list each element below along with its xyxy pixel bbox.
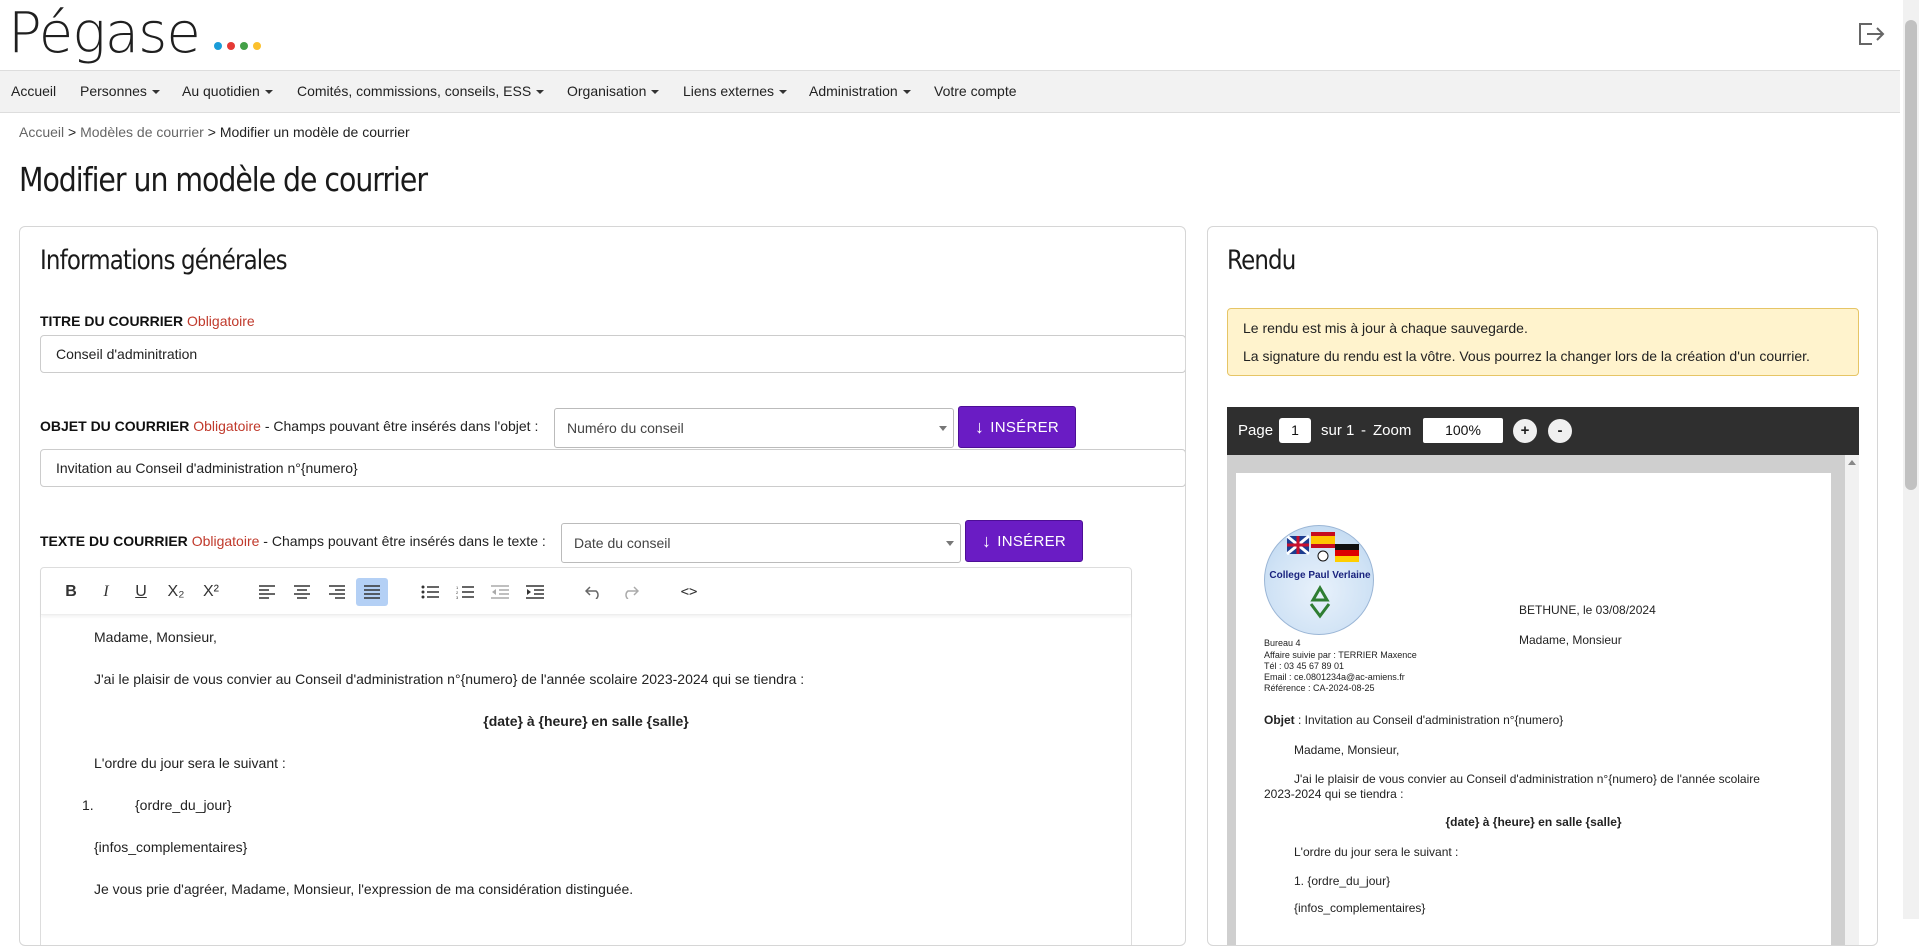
zoom-input[interactable]: 100% xyxy=(1423,418,1503,443)
select-arrow-icon xyxy=(939,426,947,431)
nav-au-quotidien[interactable]: Au quotidien xyxy=(182,71,273,112)
panel-title: Rendu xyxy=(1227,245,1296,276)
editor-paragraph: L'ordre du jour sera le suivant : xyxy=(94,755,286,771)
list-number: 1. xyxy=(82,797,94,813)
objet-label: OBJET DU COURRIER Obligatoire - Champs p… xyxy=(40,418,539,434)
panel-title: Informations générales xyxy=(40,245,288,276)
pdf-toolbar: Page 1 sur 1 - Zoom 100% + - xyxy=(1227,407,1859,455)
pdf-viewer[interactable]: College Paul Verlaine BETHUNE, le 03/08/… xyxy=(1227,455,1859,945)
scroll-up-icon xyxy=(1848,460,1856,465)
doc-objet: Objet : Invitation au Conseil d'administ… xyxy=(1264,713,1564,727)
page-number-input[interactable]: 1 xyxy=(1279,418,1311,443)
bullet-list-button[interactable] xyxy=(414,578,446,606)
nav-votre-compte[interactable]: Votre compte xyxy=(934,71,1017,112)
nav-personnes[interactable]: Personnes xyxy=(80,71,160,112)
redo-button[interactable] xyxy=(614,578,646,606)
editor-paragraph-bold: {date} à {heure} en salle {salle} xyxy=(483,713,689,729)
zoom-in-button[interactable]: + xyxy=(1513,419,1537,443)
texte-label: TEXTE DU COURRIER Obligatoire - Champs p… xyxy=(40,533,546,549)
app-logo[interactable]: Pégase xyxy=(8,2,201,66)
nav-administration[interactable]: Administration xyxy=(809,71,911,112)
nav-organisation[interactable]: Organisation xyxy=(567,71,660,112)
editor-paragraph: Je vous prie d'agréer, Madame, Monsieur,… xyxy=(94,881,634,897)
caret-down-icon xyxy=(151,90,160,95)
indent-button[interactable] xyxy=(519,578,551,606)
objet-field-select[interactable]: Numéro du conseil xyxy=(554,408,954,448)
texte-field-select[interactable]: Date du conseil xyxy=(561,523,961,563)
arrow-down-icon: ↓ xyxy=(974,417,985,437)
superscript-button[interactable]: X² xyxy=(195,578,227,606)
objet-insert-button[interactable]: ↓ INSÉRER xyxy=(958,406,1076,448)
caret-down-icon xyxy=(264,90,273,95)
subscript-button[interactable]: X₂ xyxy=(160,578,192,606)
breadcrumb-current: Modifier un modèle de courrier xyxy=(219,124,410,140)
bold-button[interactable]: B xyxy=(55,578,87,606)
titre-input[interactable]: Conseil d'adminitration xyxy=(40,335,1185,373)
breadcrumb: Accueil > Modèles de courrier > Modifier… xyxy=(19,124,410,140)
texte-insert-button[interactable]: ↓ INSÉRER xyxy=(965,520,1083,562)
nav-accueil[interactable]: Accueil xyxy=(11,71,56,112)
undo-button[interactable] xyxy=(578,578,610,606)
general-info-panel: Informations générales TITRE DU COURRIER… xyxy=(19,226,1186,946)
svg-text:3: 3 xyxy=(456,595,459,599)
school-logo: College Paul Verlaine xyxy=(1264,525,1374,635)
breadcrumb-home[interactable]: Accueil xyxy=(19,124,64,140)
pdf-scrollbar[interactable] xyxy=(1845,455,1859,945)
school-logo-text: College Paul Verlaine xyxy=(1269,570,1371,581)
source-code-button[interactable]: <> xyxy=(673,578,705,606)
caret-down-icon xyxy=(651,90,660,95)
editor-paragraph: J'ai le plaisir de vous convier au Conse… xyxy=(94,671,805,687)
arrow-down-icon: ↓ xyxy=(981,531,992,551)
list-item: {ordre_du_jour} xyxy=(135,797,232,813)
logout-icon[interactable] xyxy=(1856,20,1886,48)
italic-button[interactable]: I xyxy=(90,578,122,606)
editor-paragraph: {infos_complementaires} xyxy=(94,839,248,855)
top-header: Pégase xyxy=(0,0,1900,70)
doc-recipient: Madame, Monsieur xyxy=(1519,633,1622,647)
align-center-button[interactable] xyxy=(286,578,318,606)
nav-comites[interactable]: Comités, commissions, conseils, ESS xyxy=(297,71,545,112)
objet-input[interactable]: Invitation au Conseil d'administration n… xyxy=(40,449,1185,487)
caret-down-icon xyxy=(779,90,788,95)
underline-button[interactable]: U xyxy=(125,578,157,606)
main-navbar: Accueil Personnes Au quotidien Comités, … xyxy=(0,70,1900,113)
caret-down-icon xyxy=(536,90,545,95)
breadcrumb-parent[interactable]: Modèles de courrier xyxy=(80,124,204,140)
align-justify-button[interactable] xyxy=(356,578,388,606)
nav-liens-externes[interactable]: Liens externes xyxy=(683,71,788,112)
info-notice: Le rendu est mis à jour à chaque sauvega… xyxy=(1227,308,1859,376)
page-title: Modifier un modèle de courrier xyxy=(19,160,428,199)
align-right-button[interactable] xyxy=(321,578,353,606)
rich-text-editor[interactable]: B I U X₂ X² 123 <> Madame, Monsieur, J'a… xyxy=(40,567,1132,945)
window-scrollbar-thumb[interactable] xyxy=(1905,20,1917,490)
logo-dots xyxy=(214,42,261,50)
align-left-button[interactable] xyxy=(251,578,283,606)
caret-down-icon xyxy=(902,90,911,95)
editor-greeting: Madame, Monsieur, xyxy=(94,629,217,645)
doc-city-date: BETHUNE, le 03/08/2024 xyxy=(1519,603,1656,617)
select-arrow-icon xyxy=(946,541,954,546)
rendu-panel: Rendu Le rendu est mis à jour à chaque s… xyxy=(1207,226,1878,946)
zoom-out-button[interactable]: - xyxy=(1548,419,1572,443)
titre-label: TITRE DU COURRIER Obligatoire xyxy=(40,313,255,329)
numbered-list-button[interactable]: 123 xyxy=(449,578,481,606)
pdf-page: College Paul Verlaine BETHUNE, le 03/08/… xyxy=(1236,473,1831,945)
editor-toolbar: B I U X₂ X² 123 <> xyxy=(41,568,1131,615)
outdent-button[interactable] xyxy=(484,578,516,606)
